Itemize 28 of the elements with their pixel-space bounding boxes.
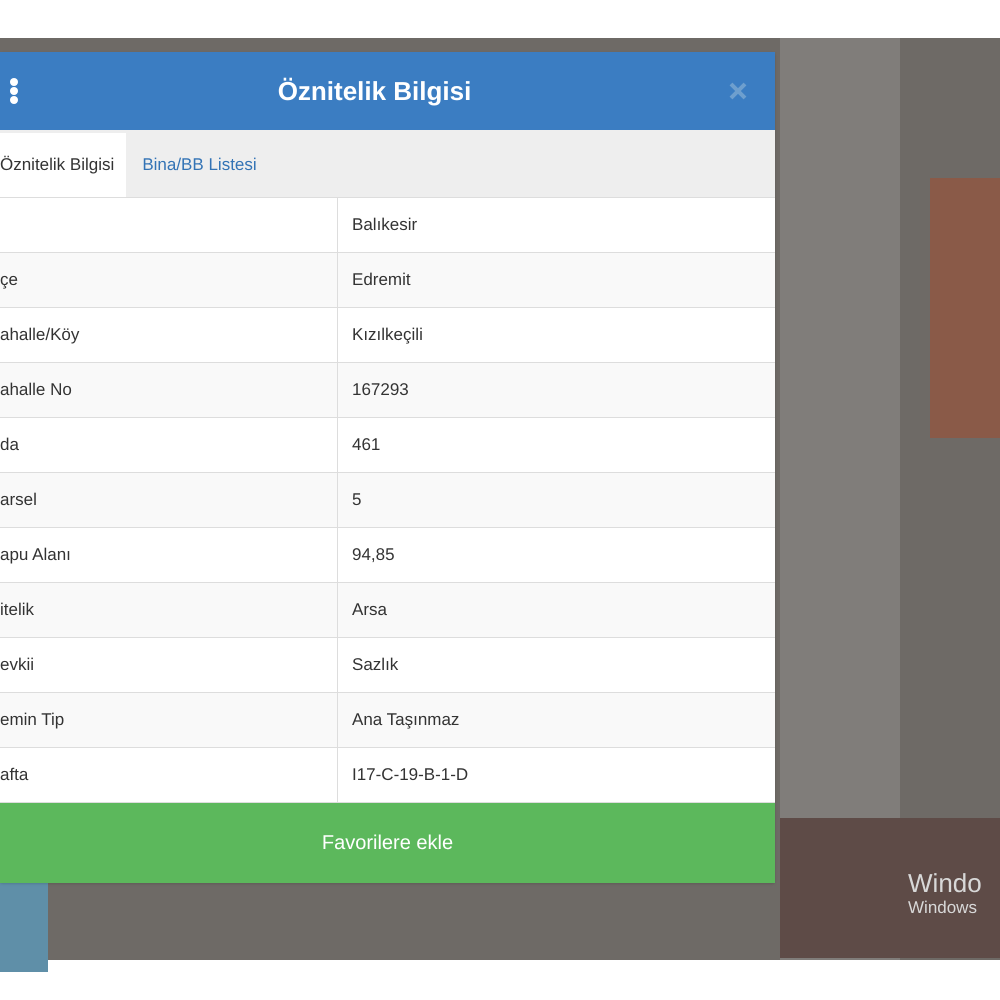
table-cell-text: arsel [0,489,37,512]
table-cell-text: Ana Taşınmaz [352,709,460,732]
table-cell-text: Edremit [352,269,411,292]
dialog-title: Öznitelik Bilgisi [278,74,472,108]
table-cell-text: Sazlık [352,654,398,676]
windows-watermark-text: Windows [908,898,978,918]
add-to-favorites-button[interactable]: Favorilere ekle [0,803,775,883]
table-cell-text: Balıkesir [352,214,418,236]
table-cell-text: ahalle/Köy [0,324,80,346]
table-cell-text: 94,85 [352,544,395,566]
table-cell-text: 167293 [352,379,409,402]
table-cell-text: çe [0,269,18,292]
tab[interactable]: Öznitelik Bilgisi [0,133,126,197]
table-cell-text: apu Alanı [0,544,71,566]
table-cell-text: 5 [352,489,362,512]
menu-icon[interactable] [8,77,20,105]
table-cell-text: 461 [352,434,380,456]
table-cell-text: ahalle No [0,379,72,402]
table-cell-text: itelik [0,599,34,622]
table-cell-text: Arsa [352,599,387,622]
table-cell-text: emin Tip [0,709,64,732]
table-cell-text: da [0,434,19,456]
table-cell-text: afta [0,764,28,786]
table-cell-text: Kızılkeçili [352,324,423,346]
windows-watermark-text: Windo [908,868,982,898]
table-cell-text: I17-C-19-B-1-D [352,764,468,786]
table-cell-text: evkii [0,654,34,676]
tab[interactable]: Bina/BB Listesi [126,133,273,197]
